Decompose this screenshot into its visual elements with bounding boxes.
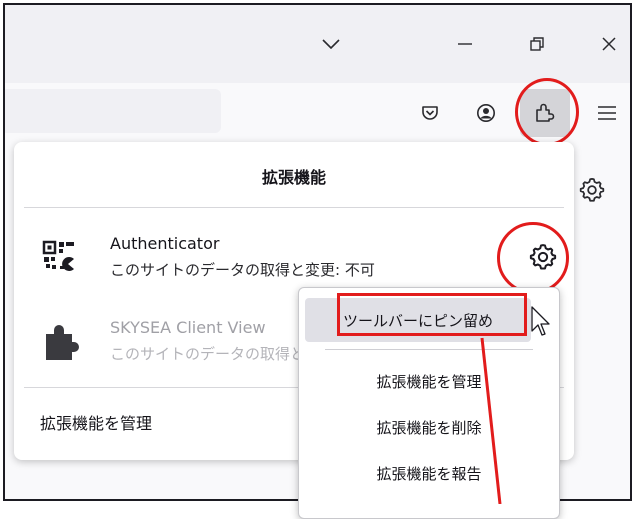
url-bar[interactable] xyxy=(5,89,221,133)
divider xyxy=(24,207,564,208)
highlight-circle xyxy=(515,78,579,146)
qr-code-icon xyxy=(40,236,80,276)
pocket-icon[interactable] xyxy=(414,97,446,129)
manage-extensions-link[interactable]: 拡張機能を管理 xyxy=(40,410,152,434)
title-bar xyxy=(5,5,630,83)
menu-item-report[interactable]: 拡張機能を報告 xyxy=(299,451,559,495)
restore-icon[interactable] xyxy=(517,27,557,61)
highlight-box xyxy=(337,293,527,336)
extension-status: このサイトのデータの取得と xyxy=(110,345,306,363)
menu-icon[interactable] xyxy=(591,97,623,129)
menu-item-manage[interactable]: 拡張機能を管理 xyxy=(299,359,559,403)
puzzle-icon xyxy=(40,320,80,360)
extension-name: Authenticator xyxy=(110,234,220,253)
account-icon[interactable] xyxy=(470,97,502,129)
highlight-circle xyxy=(497,222,569,294)
extension-name: SKYSEA Client View xyxy=(110,318,266,337)
minimize-icon[interactable] xyxy=(445,27,485,61)
menu-item-remove[interactable]: 拡張機能を削除 xyxy=(299,405,559,449)
gear-icon[interactable] xyxy=(578,176,606,204)
close-icon[interactable] xyxy=(589,27,629,61)
extension-status: このサイトのデータの取得と変更: 不可 xyxy=(110,261,375,279)
chevron-down-icon[interactable] xyxy=(311,27,351,61)
panel-title: 拡張機能 xyxy=(261,168,326,187)
menu-separator xyxy=(325,349,533,350)
extension-item-authenticator[interactable]: Authenticator このサイトのデータの取得と変更: 不可 xyxy=(14,222,574,292)
mouse-cursor-icon xyxy=(530,305,552,341)
